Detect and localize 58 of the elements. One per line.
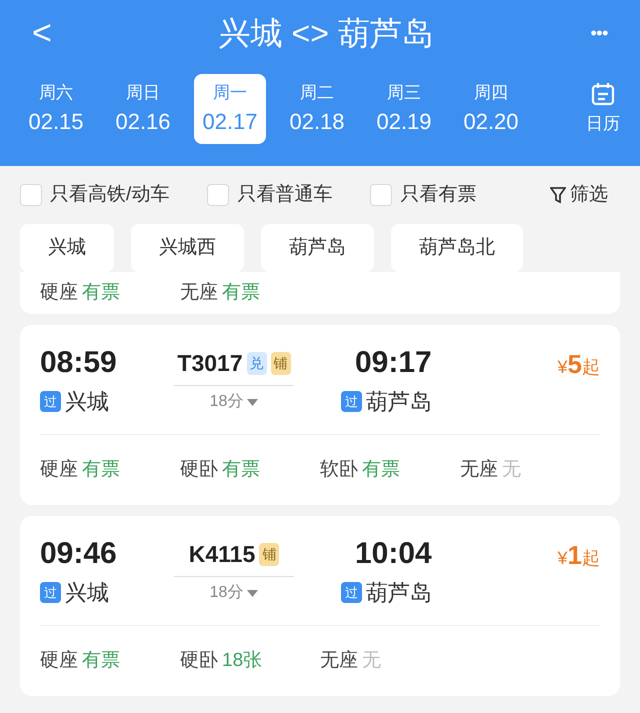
seat-type: 无座 [320, 648, 358, 673]
seat-status: 有票 [82, 280, 120, 305]
dropdown-icon [247, 590, 258, 596]
seat-type: 软卧 [320, 458, 358, 482]
seat-type: 硬卧 [180, 648, 218, 673]
checkbox[interactable] [20, 184, 42, 206]
station-chip[interactable]: 葫芦岛 [261, 224, 374, 272]
filter-checkbox[interactable]: 只看有票 [370, 180, 476, 210]
seat-status: 有票 [222, 458, 260, 482]
seat-status: 有票 [362, 458, 400, 482]
calendar-icon [590, 81, 616, 108]
pass-tag: 过 [40, 582, 61, 603]
seat-type: 无座 [460, 458, 498, 482]
filter-checkbox[interactable]: 只看高铁/动车 [20, 180, 170, 210]
seat-status: 无 [362, 648, 381, 673]
train-number: T3017 [177, 348, 243, 378]
train-badge: 兑 [246, 352, 267, 374]
depart-time: 09:46 [40, 536, 118, 572]
train-card[interactable]: 09:46 过 兴城 K4115 铺 18分 10:04 过 葫芦岛 ¥1起 硬座 有票 硬卧 18张 无座 无 [20, 516, 620, 696]
filter-button[interactable]: 筛选 [550, 180, 608, 210]
pass-tag: 过 [40, 391, 61, 412]
pass-tag: 过 [341, 582, 362, 603]
funnel-icon [550, 186, 566, 204]
train-badge: 铺 [270, 352, 291, 374]
checkbox[interactable] [370, 184, 392, 206]
seat-status: 有票 [82, 458, 120, 482]
seat-type: 硬卧 [180, 458, 218, 482]
filter-checkbox[interactable]: 只看普通车 [207, 180, 332, 210]
pass-tag: 过 [341, 391, 362, 412]
seat-status: 有票 [82, 648, 120, 673]
seat-type: 硬座 [40, 280, 78, 305]
depart-station: 兴城 [65, 388, 109, 416]
train-card[interactable]: 08:59 过 兴城 T3017 兑 铺 18分 09:17 过 葫芦岛 ¥5起 硬座 有票 硬卧 有票 软卧 有票 无座 无 [20, 325, 620, 505]
train-badge: 铺 [259, 542, 280, 566]
seat-status: 有票 [222, 280, 260, 305]
station-chip[interactable]: 葫芦岛北 [391, 224, 523, 272]
price: ¥5起 [558, 348, 600, 381]
station-chip[interactable]: 兴城西 [131, 224, 244, 272]
seat-type: 无座 [180, 280, 218, 305]
seat-type: 硬座 [40, 648, 78, 673]
arrive-station: 葫芦岛 [366, 388, 432, 416]
train-card[interactable]: 硬座 有票 无座 有票 [20, 272, 620, 314]
arrive-time: 09:17 [355, 345, 433, 381]
price: ¥1起 [558, 539, 600, 572]
seat-status: 无 [502, 458, 521, 482]
dropdown-icon [247, 398, 258, 406]
depart-station: 兴城 [65, 579, 109, 607]
train-number: K4115 [188, 540, 256, 569]
seat-status: 18张 [222, 648, 262, 673]
page-title: 兴城 <> 葫芦岛 [218, 14, 434, 53]
station-chip[interactable]: 兴城 [20, 224, 114, 272]
duration: 18分 [210, 583, 244, 603]
arrive-time: 10:04 [355, 536, 433, 572]
arrive-station: 葫芦岛 [366, 579, 432, 607]
depart-time: 08:59 [40, 345, 118, 381]
seat-type: 硬座 [40, 458, 78, 482]
duration: 18分 [210, 392, 244, 412]
checkbox[interactable] [207, 184, 230, 206]
